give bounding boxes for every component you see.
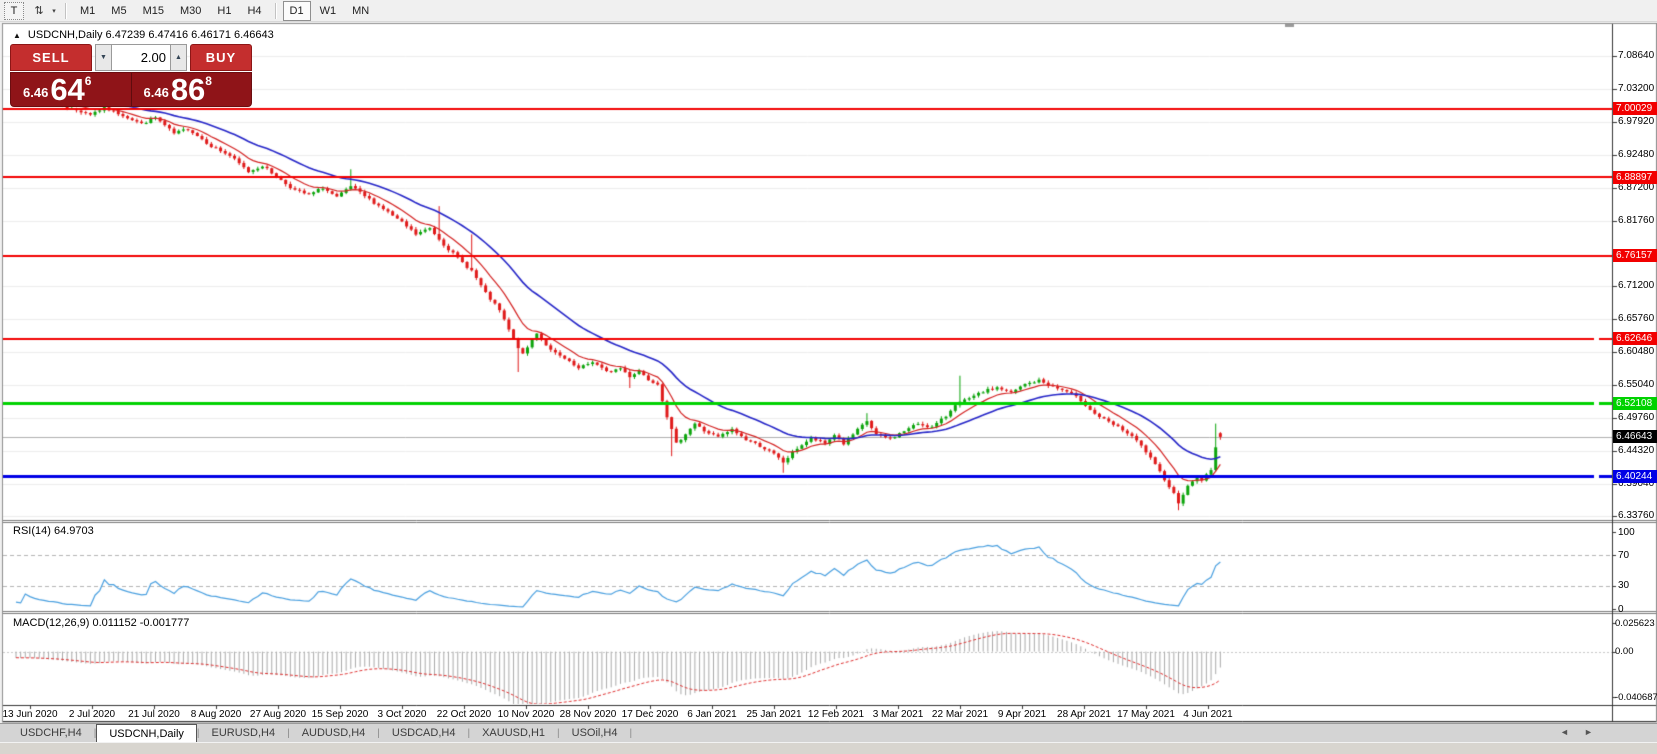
tab-scroll-right-icon[interactable]: ► <box>1584 727 1593 737</box>
date-axis-label: 2 Jul 2020 <box>69 709 115 720</box>
price-axis-tick: 7.03200 <box>1618 83 1654 94</box>
tab-eurusd-h4[interactable]: EURUSD,H4 <box>200 724 288 742</box>
price-line-badge: 6.46643 <box>1613 430 1657 443</box>
chart-canvas[interactable] <box>0 0 1657 753</box>
toolbar-separator <box>275 3 277 19</box>
price-axis-tick: 7.08640 <box>1618 50 1654 61</box>
price-axis-tick: 6.44320 <box>1618 445 1654 456</box>
bid-prefix: 6.46 <box>23 85 48 100</box>
date-axis-label: 25 Jan 2021 <box>746 709 801 720</box>
date-axis-label: 15 Sep 2020 <box>312 709 369 720</box>
bid-big-digits: 64 <box>50 77 84 103</box>
volume-increase-button[interactable]: ▲ <box>170 44 187 71</box>
price-axis-tick: 6.65760 <box>1618 313 1654 324</box>
tab-separator: | <box>630 724 633 742</box>
rsi-axis-tick: 30 <box>1618 580 1629 591</box>
date-axis-label: 17 Dec 2020 <box>622 709 679 720</box>
text-tool-button[interactable]: T <box>4 2 24 20</box>
bid-price: 6.46 64 6 <box>11 73 131 106</box>
rsi-indicator-label: RSI(14) 64.9703 <box>13 525 94 537</box>
chart-tab-bar: USDCHF,H4|USDCNH,Daily|EURUSD,H4|AUDUSD,… <box>0 723 1657 742</box>
tab-xauusd-h1[interactable]: XAUUSD,H1 <box>470 724 557 742</box>
top-toolbar: T ⇅ ▾ M1M5M15M30H1H4 D1W1MN <box>0 0 1657 22</box>
tab-audusd-h4[interactable]: AUDUSD,H4 <box>290 724 378 742</box>
price-axis-tick: 6.55040 <box>1618 379 1654 390</box>
price-axis-tick: 6.92480 <box>1618 149 1654 160</box>
date-axis-label: 22 Oct 2020 <box>437 709 491 720</box>
date-axis-label: 12 Feb 2021 <box>808 709 864 720</box>
date-axis-label: 27 Aug 2020 <box>250 709 306 720</box>
ask-prefix: 6.46 <box>144 85 169 100</box>
cursor-arrows-icon[interactable]: ⇅ <box>30 3 48 19</box>
date-axis-label: 4 Jun 2021 <box>1183 709 1233 720</box>
timeframe-button-h1[interactable]: H1 <box>210 1 238 21</box>
ask-price: 6.46 86 8 <box>131 73 252 106</box>
chevron-down-icon[interactable]: ▾ <box>48 7 60 15</box>
macd-axis-tick: -0.040687 <box>1615 692 1657 703</box>
status-bar <box>0 742 1657 754</box>
chart-title-text: USDCNH,Daily 6.47239 6.47416 6.46171 6.4… <box>28 29 274 41</box>
macd-indicator-label: MACD(12,26,9) 0.011152 -0.001777 <box>13 617 189 629</box>
collapse-arrow-icon[interactable]: ▲ <box>13 31 21 40</box>
date-axis-label: 21 Jul 2020 <box>128 709 180 720</box>
bid-ask-display: 6.46 64 6 6.46 86 8 <box>10 72 252 107</box>
price-line-badge: 6.52108 <box>1613 397 1657 410</box>
price-axis-tick: 6.97920 <box>1618 116 1654 127</box>
timeframe-button-m5[interactable]: M5 <box>104 1 133 21</box>
date-axis-label: 17 May 2021 <box>1117 709 1175 720</box>
date-axis-label: 13 Jun 2020 <box>2 709 57 720</box>
price-axis-tick: 6.33760 <box>1618 510 1654 521</box>
timeframe-button-m1[interactable]: M1 <box>73 1 102 21</box>
date-axis-label: 3 Mar 2021 <box>873 709 924 720</box>
bid-pipette: 6 <box>85 74 92 88</box>
price-axis-tick: 6.49760 <box>1618 412 1654 423</box>
tab-scroll-left-icon[interactable]: ◄ <box>1560 727 1569 737</box>
date-axis-label: 3 Oct 2020 <box>378 709 427 720</box>
date-axis-label: 28 Nov 2020 <box>560 709 617 720</box>
tab-usdcad-h4[interactable]: USDCAD,H4 <box>380 724 468 742</box>
date-axis-label: 9 Apr 2021 <box>998 709 1046 720</box>
timeframe-button-m15[interactable]: M15 <box>136 1 171 21</box>
volume-decrease-button[interactable]: ▼ <box>95 44 112 71</box>
text-tool-icon: T <box>11 5 18 17</box>
date-axis-label: 28 Apr 2021 <box>1057 709 1111 720</box>
price-axis-tick: 6.60480 <box>1618 346 1654 357</box>
timeframe-buttons: M1M5M15M30H1H4 D1W1MN <box>72 1 377 21</box>
rsi-axis-tick: 0 <box>1618 604 1624 615</box>
price-line-badge: 6.40244 <box>1613 470 1657 483</box>
ask-big-digits: 86 <box>171 77 205 103</box>
volume-input[interactable] <box>112 44 170 71</box>
sell-button[interactable]: SELL <box>10 44 92 71</box>
ask-pipette: 8 <box>205 74 212 88</box>
toolbar-separator <box>65 3 67 19</box>
buy-button[interactable]: BUY <box>190 44 252 71</box>
chart-title: ▲ USDCNH,Daily 6.47239 6.47416 6.46171 6… <box>13 29 274 41</box>
tab-usoil-h4[interactable]: USOil,H4 <box>560 724 630 742</box>
price-line-badge: 6.62646 <box>1613 332 1657 345</box>
macd-axis-tick: 0.025623 <box>1615 618 1655 629</box>
price-axis-tick: 6.71200 <box>1618 280 1654 291</box>
date-axis-label: 6 Jan 2021 <box>687 709 737 720</box>
date-axis-label: 10 Nov 2020 <box>498 709 555 720</box>
date-axis-label: 22 Mar 2021 <box>932 709 988 720</box>
timeframe-button-h4[interactable]: H4 <box>240 1 268 21</box>
timeframe-button-m30[interactable]: M30 <box>173 1 208 21</box>
timeframe-button-mn[interactable]: MN <box>345 1 376 21</box>
date-axis-label: 8 Aug 2020 <box>191 709 242 720</box>
price-line-badge: 6.76157 <box>1613 249 1657 262</box>
one-click-trade-panel: SELL ▼ ▲ BUY 6.46 64 6 6.46 86 8 <box>10 44 252 107</box>
price-axis-tick: 6.81760 <box>1618 215 1654 226</box>
tab-usdchf-h4[interactable]: USDCHF,H4 <box>8 724 94 742</box>
price-line-badge: 6.88897 <box>1613 171 1657 184</box>
timeframe-button-w1[interactable]: W1 <box>313 1 344 21</box>
rsi-axis-tick: 70 <box>1618 550 1629 561</box>
tab-usdcnh-daily[interactable]: USDCNH,Daily <box>96 724 197 742</box>
timeframe-button-d1[interactable]: D1 <box>283 1 311 21</box>
price-line-badge: 7.00029 <box>1613 102 1657 115</box>
macd-axis-tick: 0.00 <box>1615 646 1634 657</box>
rsi-axis-tick: 100 <box>1618 527 1635 538</box>
